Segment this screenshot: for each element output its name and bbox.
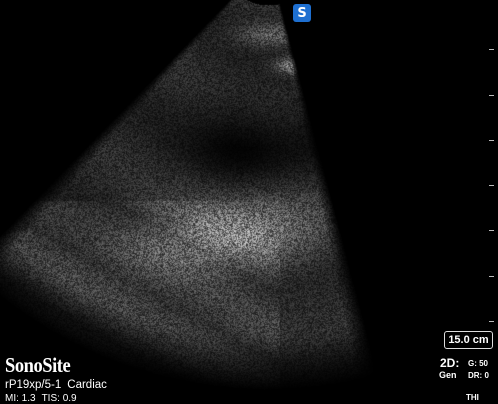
thi-indicator: THI: [466, 393, 479, 402]
sonosite-logo-icon: S: [293, 4, 311, 22]
depth-tick: [489, 95, 494, 96]
depth-tick: [489, 321, 494, 322]
gain-value: G: 50: [468, 359, 489, 368]
safety-indices: MI: 1.3 TIS: 0.9: [5, 393, 83, 404]
exam-label: Cardiac: [67, 379, 107, 391]
tis-value: TIS: 0.9: [41, 393, 77, 404]
depth-tick: [489, 49, 494, 50]
depth-scale-indicator: 15.0 cm: [444, 331, 493, 349]
imaging-preset: Gen: [439, 370, 457, 380]
imaging-mode: 2D:: [440, 356, 460, 370]
depth-tick: [489, 230, 494, 231]
depth-tick: [489, 140, 494, 141]
brand-name: SonoSite: [5, 353, 71, 377]
depth-tick: [489, 276, 494, 277]
depth-tick: [489, 185, 494, 186]
probe-info: rP19xp/5-1 Cardiac: [5, 379, 113, 391]
mi-value: MI: 1.3: [5, 393, 36, 404]
dynamic-range-value: DR: 0: [468, 371, 489, 380]
transducer-label: rP19xp/5-1: [5, 379, 62, 391]
ultrasound-image: [0, 0, 498, 404]
